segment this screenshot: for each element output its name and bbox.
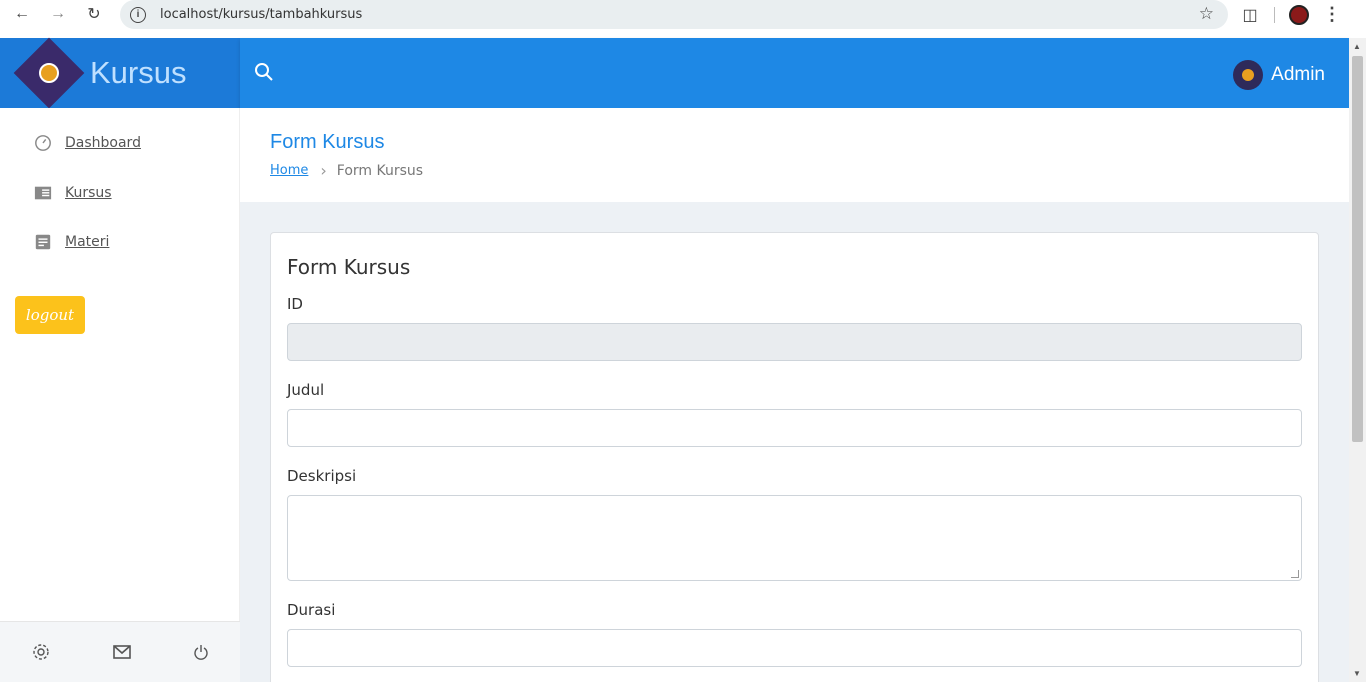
sidebar-footer: [0, 621, 240, 682]
forward-icon[interactable]: →: [40, 0, 76, 28]
form-card: Form Kursus ID Judul Deskripsi Durasi: [270, 232, 1319, 682]
breadcrumb: Home › Form Kursus: [270, 161, 423, 180]
brand-header: Kursus: [0, 37, 240, 109]
id-label: ID: [287, 295, 303, 313]
deskripsi-label: Deskripsi: [287, 467, 357, 485]
scroll-down-icon[interactable]: ▼: [1353, 669, 1361, 678]
book-icon: [34, 186, 52, 200]
reload-icon[interactable]: ↻: [76, 0, 112, 28]
address-bar[interactable]: i localhost/kursus/tambahkursus ☆: [120, 0, 1228, 29]
sidebar-item-dashboard[interactable]: Dashboard: [33, 134, 141, 152]
extensions-icon[interactable]: ◫: [1240, 5, 1260, 25]
judul-field[interactable]: [287, 409, 1302, 447]
brand-title[interactable]: Kursus: [90, 55, 186, 91]
top-navbar: Admin: [240, 38, 1349, 108]
avatar[interactable]: [1233, 60, 1264, 90]
settings-icon[interactable]: [31, 642, 51, 662]
profile-avatar-icon[interactable]: [1289, 4, 1309, 25]
sidebar: Dashboard Kursus Materi logout: [0, 108, 240, 682]
deskripsi-textarea[interactable]: [287, 495, 1302, 581]
durasi-label: Durasi: [287, 601, 336, 619]
user-name[interactable]: Admin: [1271, 64, 1325, 86]
id-field: [287, 323, 1302, 361]
resize-handle[interactable]: [1291, 570, 1299, 578]
breadcrumb-current: Form Kursus: [336, 162, 424, 179]
scroll-thumb[interactable]: [1352, 56, 1363, 442]
browser-chrome: ← → ↻ i localhost/kursus/tambahkursus ☆ …: [0, 0, 1366, 38]
page-scrollbar[interactable]: ▲ ▼: [1349, 38, 1366, 682]
browser-menu-icon[interactable]: ⋮: [1323, 4, 1341, 25]
user-menu[interactable]: Admin: [1233, 60, 1325, 90]
back-icon[interactable]: ←: [4, 0, 40, 28]
dashboard-icon: [35, 135, 51, 151]
judul-label: Judul: [287, 381, 325, 399]
toolbar-divider: [1274, 6, 1275, 23]
mail-icon[interactable]: [113, 645, 131, 659]
durasi-field[interactable]: [287, 629, 1302, 667]
document-icon: [35, 234, 51, 250]
bookmark-star-icon[interactable]: ☆: [1199, 4, 1214, 24]
sidebar-item-label[interactable]: Dashboard: [65, 135, 141, 151]
sidebar-item-label[interactable]: Kursus: [65, 185, 112, 201]
breadcrumb-home-link[interactable]: Home: [270, 163, 308, 178]
card-title: Form Kursus: [287, 255, 411, 279]
page-header: Form Kursus Home › Form Kursus: [240, 108, 1349, 202]
logout-button[interactable]: logout: [15, 296, 85, 334]
sidebar-item-kursus[interactable]: Kursus: [33, 184, 112, 202]
url-text[interactable]: localhost/kursus/tambahkursus: [160, 7, 362, 22]
sidebar-item-materi[interactable]: Materi: [33, 233, 109, 251]
site-info-icon[interactable]: i: [130, 6, 146, 23]
search-icon[interactable]: [254, 62, 274, 82]
sidebar-item-label[interactable]: Materi: [65, 234, 109, 250]
scroll-up-icon[interactable]: ▲: [1353, 42, 1361, 51]
logo-icon[interactable]: [13, 37, 85, 109]
power-icon[interactable]: [193, 644, 209, 660]
chevron-right-icon: ›: [320, 161, 327, 180]
page-title: Form Kursus: [270, 131, 385, 153]
